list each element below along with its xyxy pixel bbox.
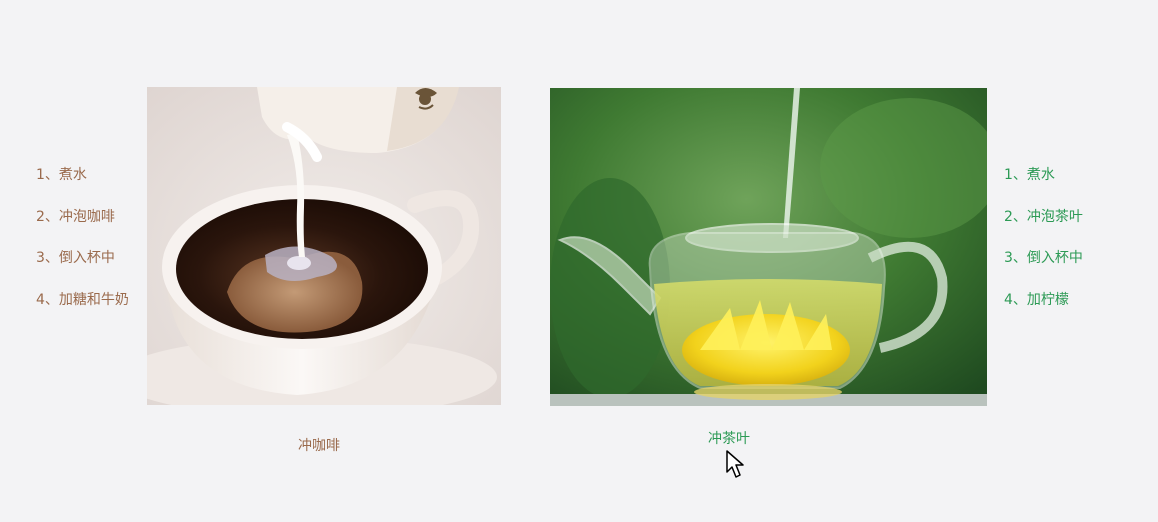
tea-step: 2、冲泡茶叶	[1004, 208, 1083, 225]
tea-step: 3、倒入杯中	[1004, 250, 1083, 266]
tea-step: 4、加柠檬	[1004, 291, 1069, 308]
coffee-photo	[147, 87, 501, 405]
tea-step: 1、煮水	[1004, 167, 1055, 183]
coffee-steps-list: 1、煮水 2、冲泡咖啡 3、倒入杯中 4、加糖和牛奶	[36, 165, 129, 331]
coffee-step: 4、加糖和牛奶	[36, 291, 129, 308]
tea-photo	[550, 88, 987, 406]
coffee-step: 2、冲泡咖啡	[36, 208, 115, 225]
tea-steps-list: 1、煮水 2、冲泡茶叶 3、倒入杯中 4、加柠檬	[1004, 165, 1083, 331]
coffee-caption[interactable]: 冲咖啡	[259, 436, 379, 456]
coffee-step: 1、煮水	[36, 167, 87, 183]
mouse-cursor-icon	[726, 450, 746, 484]
tea-caption[interactable]: 冲茶叶	[669, 429, 789, 449]
coffee-step: 3、倒入杯中	[36, 250, 115, 266]
